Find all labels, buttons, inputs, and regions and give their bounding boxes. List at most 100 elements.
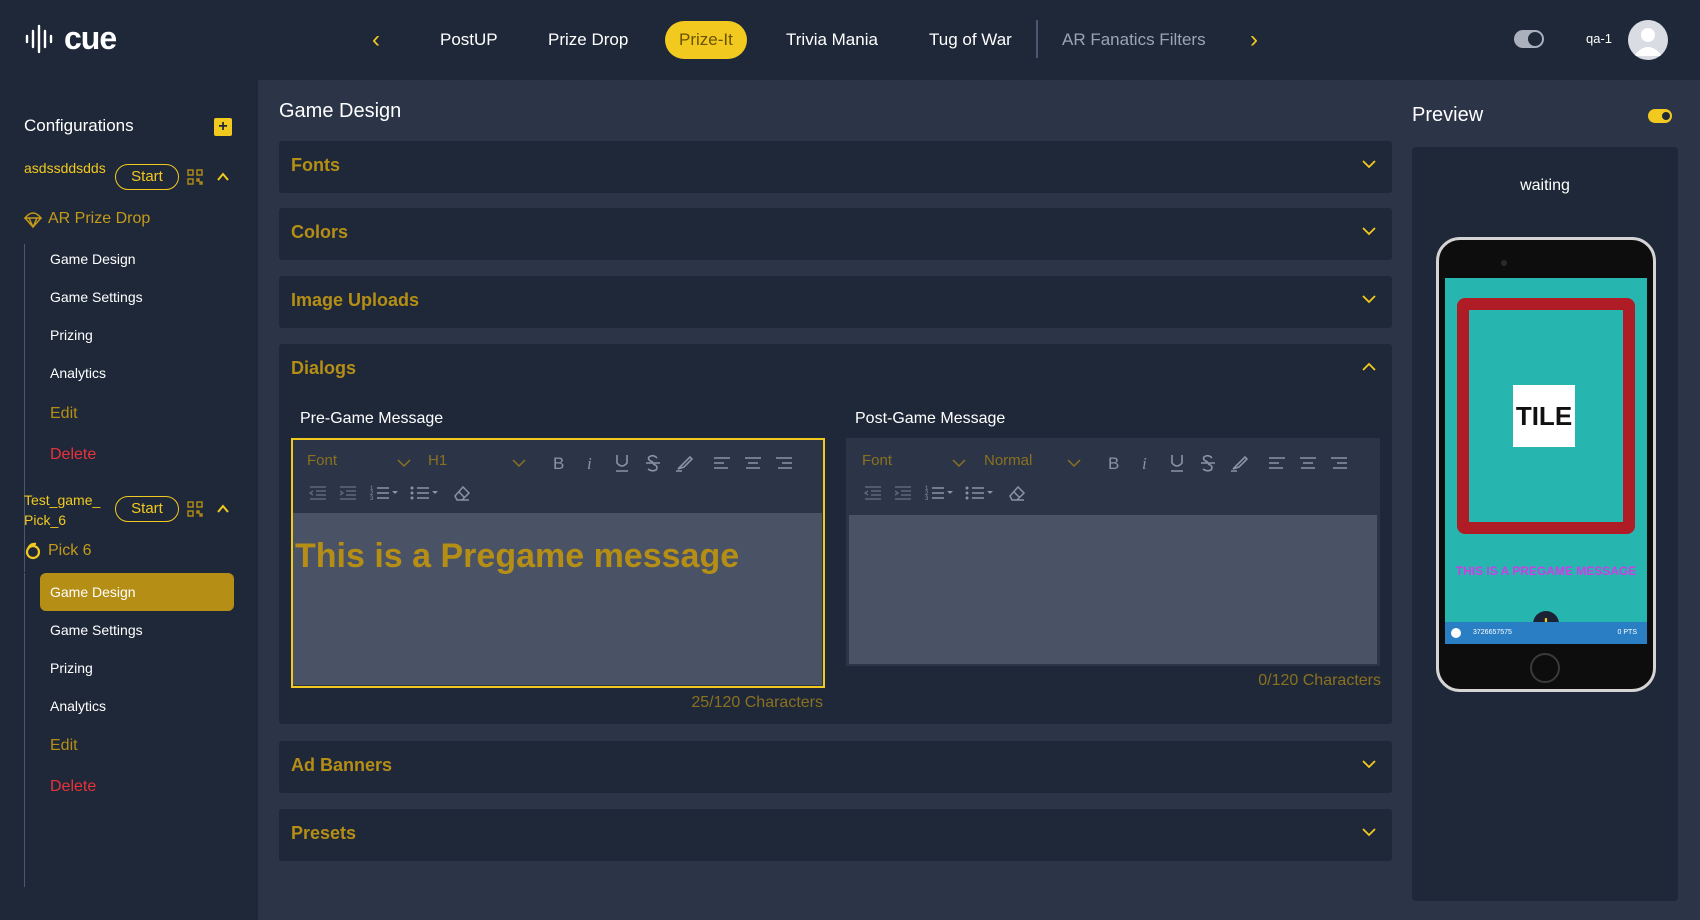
strikethrough-icon[interactable] xyxy=(642,452,664,474)
size-select-value: Normal xyxy=(984,452,1033,469)
underline-icon[interactable] xyxy=(1166,452,1188,474)
italic-icon[interactable]: i xyxy=(580,452,602,474)
user-avatar-icon xyxy=(1634,28,1662,56)
font-select[interactable]: Font xyxy=(307,452,337,469)
tab-ar-fanatics-filters[interactable]: AR Fanatics Filters xyxy=(1062,21,1206,59)
section-image-uploads[interactable]: Image Uploads xyxy=(279,276,1392,328)
section-ad-banners[interactable]: Ad Banners xyxy=(279,741,1392,793)
top-bar: cue ‹ PostUP Prize Drop Prize-It Trivia … xyxy=(0,0,1700,80)
pre-game-editor[interactable]: Font H1 B i 123 This is a Pregame messag… xyxy=(291,438,825,688)
svg-text:i: i xyxy=(1142,454,1147,473)
chevron-down-icon[interactable] xyxy=(1360,222,1378,240)
phone-mockup: TILE THIS IS A PREGAME MESSAGE + 3726657… xyxy=(1436,237,1656,692)
qr-code-icon[interactable] xyxy=(187,501,203,517)
avatar[interactable] xyxy=(1628,20,1668,60)
italic-icon[interactable]: i xyxy=(1135,452,1157,474)
indent-icon[interactable] xyxy=(337,482,359,504)
tabs-next-arrow-icon[interactable]: › xyxy=(1242,26,1266,54)
page-title: Game Design xyxy=(279,100,402,122)
add-configuration-button[interactable]: + xyxy=(214,118,232,136)
section-presets[interactable]: Presets xyxy=(279,809,1392,861)
menu-game-settings[interactable]: Game Settings xyxy=(40,278,234,316)
menu-edit[interactable]: Edit xyxy=(40,727,234,765)
qr-code-icon[interactable] xyxy=(187,169,203,185)
start-button-2[interactable]: Start xyxy=(115,496,179,522)
chevron-down-icon[interactable] xyxy=(1360,290,1378,308)
menu-game-design[interactable]: Game Design xyxy=(40,573,234,611)
size-select[interactable]: Normal xyxy=(984,452,1032,469)
font-select-value: Font xyxy=(862,452,893,469)
highlight-icon[interactable] xyxy=(673,452,695,474)
section-dialogs: Dialogs Pre-Game Message Font H1 B i 123… xyxy=(279,344,1392,724)
configurations-title: Configurations xyxy=(24,116,134,135)
game-name-2[interactable]: Test_game_Pick_6 xyxy=(24,490,108,530)
menu-edit[interactable]: Edit xyxy=(40,395,234,433)
phone-camera-icon xyxy=(1501,260,1507,266)
menu-analytics[interactable]: Analytics xyxy=(40,687,234,725)
outdent-icon[interactable] xyxy=(307,482,329,504)
pre-game-label: Pre-Game Message xyxy=(300,410,444,427)
highlight-icon[interactable] xyxy=(1228,452,1250,474)
chevron-down-icon xyxy=(397,459,411,468)
bullet-list-icon[interactable] xyxy=(964,482,994,504)
menu-delete[interactable]: Delete xyxy=(40,436,234,474)
clear-format-icon[interactable] xyxy=(1006,482,1028,504)
align-center-icon[interactable] xyxy=(742,452,764,474)
ordered-list-icon[interactable]: 123 xyxy=(369,482,399,504)
menu-game-design[interactable]: Game Design xyxy=(40,240,234,278)
chevron-down-icon[interactable] xyxy=(1360,755,1378,773)
strikethrough-icon[interactable] xyxy=(1197,452,1219,474)
tab-trivia-mania[interactable]: Trivia Mania xyxy=(786,21,878,59)
theme-toggle-icon[interactable] xyxy=(1514,30,1544,48)
align-left-icon[interactable] xyxy=(711,452,733,474)
tab-tug-of-war[interactable]: Tug of War xyxy=(929,21,1012,59)
underline-icon[interactable] xyxy=(611,452,633,474)
logo: cue xyxy=(24,20,117,57)
collapse-chevron-up-icon[interactable] xyxy=(216,170,230,184)
tab-prize-drop[interactable]: Prize Drop xyxy=(548,21,628,59)
chevron-down-icon xyxy=(512,459,526,468)
align-right-icon[interactable] xyxy=(773,452,795,474)
preview-panel: waiting TILE THIS IS A PREGAME MESSAGE +… xyxy=(1412,147,1678,901)
chevron-up-icon[interactable] xyxy=(1360,358,1378,376)
align-center-icon[interactable] xyxy=(1297,452,1319,474)
clear-format-icon[interactable] xyxy=(451,482,473,504)
section-fonts[interactable]: Fonts xyxy=(279,141,1392,193)
menu-prizing[interactable]: Prizing xyxy=(40,649,234,687)
menu-game-settings[interactable]: Game Settings xyxy=(40,611,234,649)
heading-select[interactable]: H1 xyxy=(428,452,447,469)
pick6-icon xyxy=(25,542,41,560)
post-game-editor[interactable]: Font Normal B i 123 xyxy=(846,438,1380,666)
tab-divider xyxy=(1036,20,1038,58)
preview-toggle-icon[interactable] xyxy=(1648,109,1672,123)
menu-prizing[interactable]: Prizing xyxy=(40,316,234,354)
game-type-label: Pick 6 xyxy=(48,542,92,559)
sidebar: Configurations + asdssddsdds Start AR Pr… xyxy=(0,80,258,920)
tile-label: TILE xyxy=(1513,385,1575,447)
outdent-icon[interactable] xyxy=(862,482,884,504)
bullet-list-icon[interactable] xyxy=(409,482,439,504)
tabs-prev-arrow-icon[interactable]: ‹ xyxy=(364,26,388,54)
section-title[interactable]: Dialogs xyxy=(291,358,356,379)
section-title: Image Uploads xyxy=(291,290,420,310)
pre-game-text-area[interactable]: This is a Pregame message xyxy=(293,513,822,685)
game-name-1[interactable]: asdssddsdds xyxy=(24,158,108,178)
chevron-down-icon[interactable] xyxy=(1360,155,1378,173)
align-right-icon[interactable] xyxy=(1328,452,1350,474)
menu-analytics[interactable]: Analytics xyxy=(40,354,234,392)
font-select[interactable]: Font xyxy=(862,452,892,469)
section-title: Ad Banners xyxy=(291,755,393,775)
post-game-text-area[interactable] xyxy=(849,515,1377,664)
bold-icon[interactable]: B xyxy=(548,452,570,474)
section-colors[interactable]: Colors xyxy=(279,208,1392,260)
tab-prize-it[interactable]: Prize-It xyxy=(665,21,747,59)
ordered-list-icon[interactable]: 123 xyxy=(924,482,954,504)
chevron-down-icon[interactable] xyxy=(1360,823,1378,841)
bold-icon[interactable]: B xyxy=(1103,452,1125,474)
collapse-chevron-up-icon[interactable] xyxy=(216,502,230,516)
menu-delete[interactable]: Delete xyxy=(40,768,234,806)
indent-icon[interactable] xyxy=(892,482,914,504)
align-left-icon[interactable] xyxy=(1266,452,1288,474)
start-button-1[interactable]: Start xyxy=(115,164,179,190)
tab-postup[interactable]: PostUP xyxy=(440,21,498,59)
